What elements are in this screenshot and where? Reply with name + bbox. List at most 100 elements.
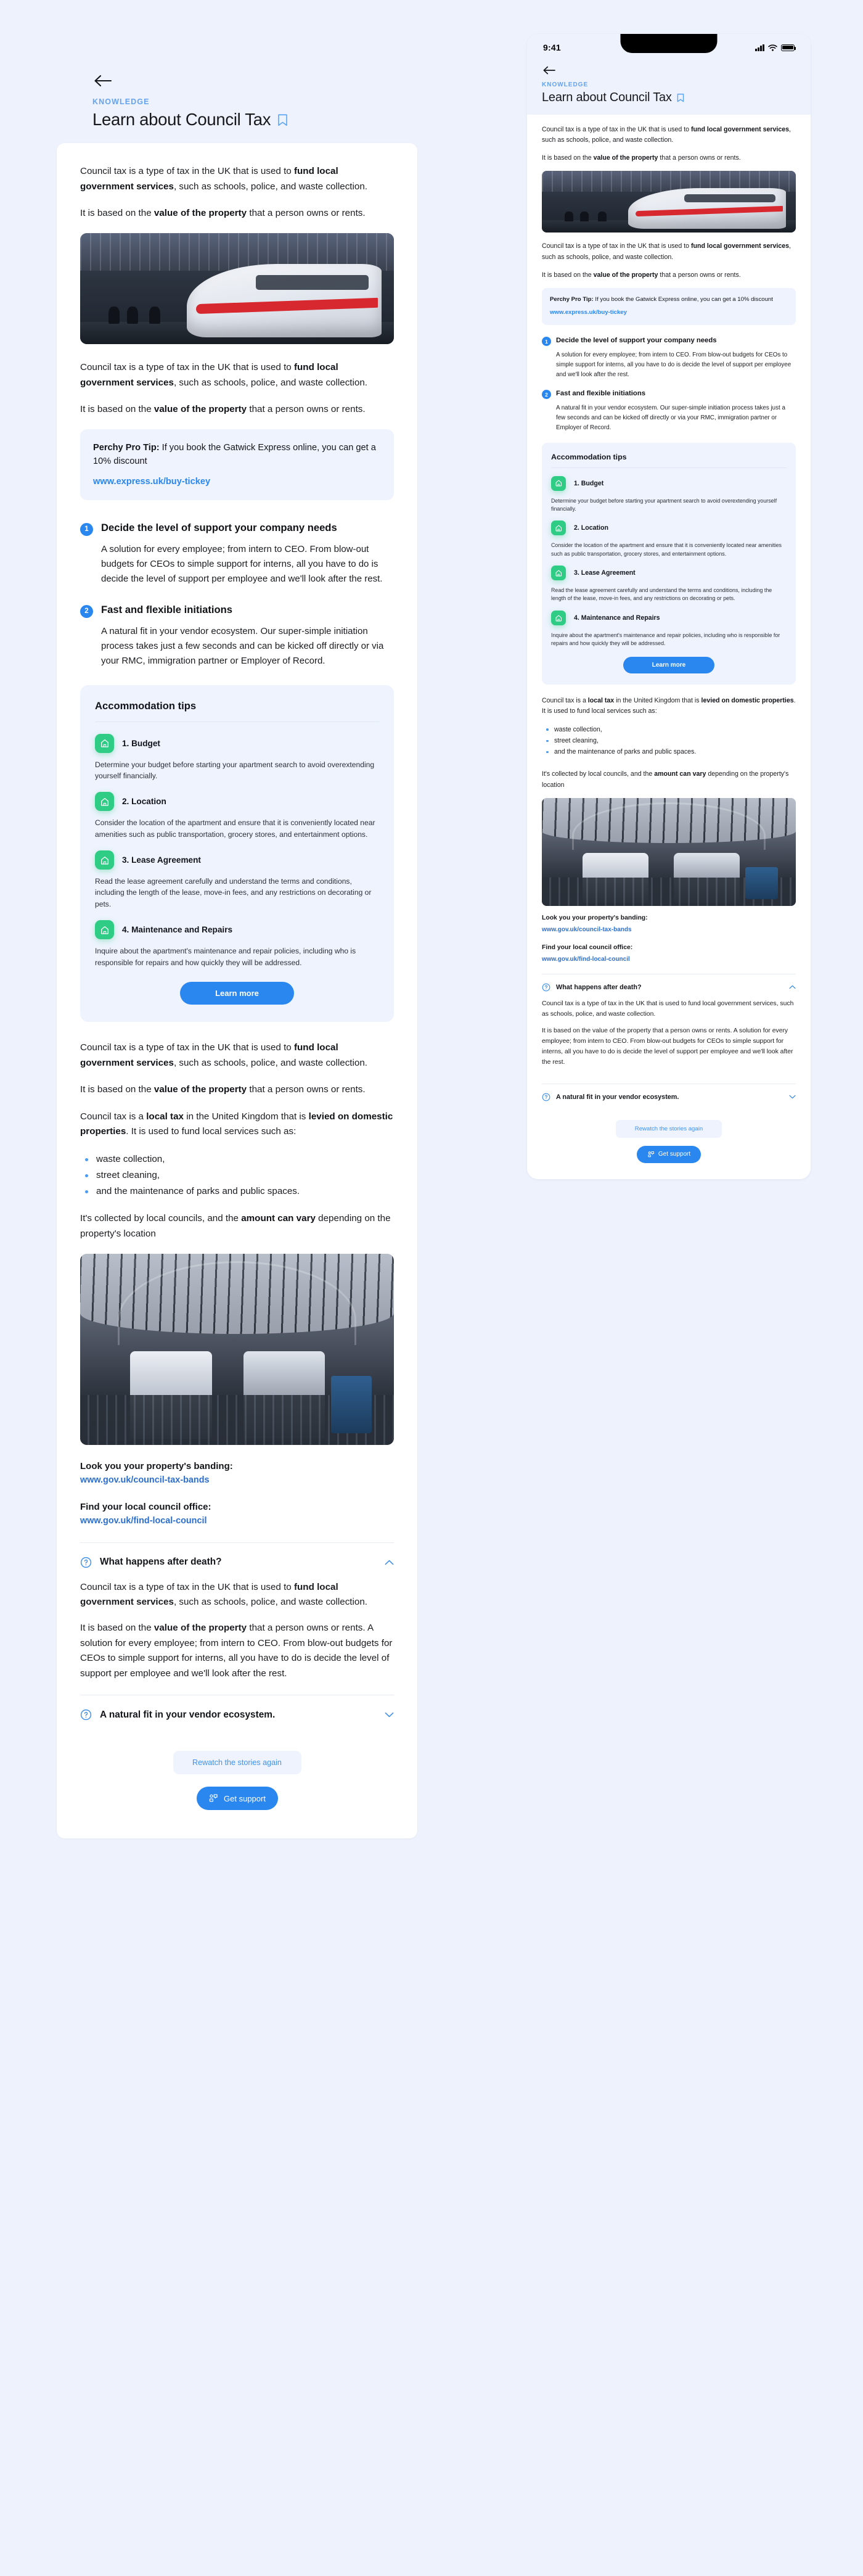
footer-actions: Rewatch the stories again Get support [542, 1109, 796, 1163]
pro-tip-label: Perchy Pro Tip: [93, 442, 160, 453]
divider [551, 467, 787, 468]
get-support-button[interactable]: Get support [637, 1145, 701, 1163]
chevron-up-icon[interactable] [789, 985, 796, 989]
pro-tip-link[interactable]: www.express.uk/buy-tickey [93, 477, 210, 487]
desktop-article-panel: KNOWLEDGE Learn about Council Tax Counci… [57, 73, 417, 1839]
accordion-header[interactable]: What happens after death? [542, 974, 796, 999]
text-fragment: Council tax is a type of tax in the UK t… [80, 166, 294, 176]
intro-paragraph-3: Council tax is a type of tax in the UK t… [542, 241, 796, 262]
question-circle-icon [542, 983, 550, 992]
step-number: 1 [80, 522, 93, 536]
text-fragment: It is based on the [80, 1084, 154, 1095]
tip-item: 4. Maintenance and Repairs Inquire about… [551, 610, 787, 648]
step-item: 1 Decide the level of support your compa… [542, 336, 796, 379]
list-item: street cleaning, [544, 735, 796, 746]
intro-paragraph-5: Council tax is a type of tax in the UK t… [80, 1040, 394, 1071]
find-local-council-link[interactable]: www.gov.uk/find-local-council [80, 1516, 207, 1526]
tip-name: 1. Budget [122, 738, 160, 748]
bookmark-icon[interactable] [677, 93, 684, 102]
text-fragment: Council tax is a type of tax in the UK t… [542, 242, 692, 250]
collection-paragraph: It's collected by local councils, and th… [542, 769, 796, 790]
step-number: 2 [80, 604, 93, 618]
local-tax-paragraph: Council tax is a local tax in the United… [542, 696, 796, 717]
council-office-link-block: Find your local council office: www.gov.… [542, 944, 796, 964]
step-title: Decide the level of support your company… [101, 521, 337, 533]
train-photo [80, 232, 394, 344]
link-label: Find your local council office: [80, 1501, 211, 1512]
tip-text: Determine your budget before starting yo… [551, 497, 777, 512]
question-circle-icon [80, 1557, 92, 1568]
accordion-paragraph-1: Council tax is a type of tax in the UK t… [542, 999, 796, 1020]
pro-tip-link[interactable]: www.express.uk/buy-tickey [550, 309, 627, 316]
get-support-button[interactable]: Get support [196, 1787, 278, 1811]
tip-text: Determine your budget before starting yo… [95, 760, 375, 780]
text-fragment-bold: value of the property [153, 404, 247, 415]
mobile-article-body: Council tax is a type of tax in the UK t… [527, 115, 811, 1179]
mobile-preview: 9:41 KNOWLEDGE Learn about Council Tax C… [527, 34, 811, 1179]
chevron-down-icon[interactable] [385, 1712, 394, 1718]
link-label: Look you your property's banding: [542, 914, 648, 921]
council-office-link-block: Find your local council office: www.gov.… [80, 1502, 394, 1526]
pro-tip-text: Perchy Pro Tip: If you book the Gatwick … [550, 295, 788, 304]
accordion-paragraph-2: It is based on the value of the property… [542, 1026, 796, 1068]
intro-paragraph-3: Council tax is a type of tax in the UK t… [80, 360, 394, 390]
accordion-body: Council tax is a type of tax in the UK t… [542, 999, 796, 1084]
learn-more-button[interactable]: Learn more [623, 656, 714, 673]
rewatch-stories-button[interactable]: Rewatch the stories again [173, 1751, 301, 1775]
text-fragment: It is based on the [542, 154, 594, 162]
intro-paragraph-1: Council tax is a type of tax in the UK t… [542, 125, 796, 146]
home-icon [95, 920, 114, 940]
text-fragment: , such as schools, police, and waste col… [173, 1057, 367, 1068]
text-fragment: Council tax is a type of tax in the UK t… [80, 1042, 294, 1053]
council-tax-bands-link[interactable]: www.gov.uk/council-tax-bands [542, 926, 632, 933]
text-fragment: . It is used to fund local services such… [126, 1126, 297, 1137]
accommodation-tips-card: Accommodation tips 1. Budget Determine y… [542, 442, 796, 685]
text-fragment: It's collected by local councils, and th… [542, 770, 655, 778]
intro-paragraph-2: It is based on the value of the property… [80, 206, 394, 221]
step-title: Decide the level of support your company… [556, 337, 717, 345]
tip-item: 3. Lease Agreement Read the lease agreem… [95, 850, 379, 910]
step-text: A natural fit in your vendor ecosystem. … [101, 625, 384, 667]
pro-tip-callout: Perchy Pro Tip: If you book the Gatwick … [80, 429, 394, 500]
rewatch-stories-button[interactable]: Rewatch the stories again [616, 1119, 722, 1138]
pro-tip-body: If you book the Gatwick Express online, … [593, 295, 773, 303]
get-support-label: Get support [658, 1151, 691, 1158]
article-header: KNOWLEDGE Learn about Council Tax [57, 73, 417, 130]
step-text: A solution for every employee; from inte… [101, 543, 383, 585]
breadcrumb-kicker: KNOWLEDGE [542, 81, 589, 88]
chevron-down-icon[interactable] [789, 1095, 796, 1099]
tip-item: 2. Location Consider the location of the… [95, 792, 379, 840]
home-icon [551, 566, 566, 581]
find-local-council-link[interactable]: www.gov.uk/find-local-council [542, 956, 630, 963]
council-tax-bands-link[interactable]: www.gov.uk/council-tax-bands [80, 1475, 210, 1485]
pro-tip-label: Perchy Pro Tip: [550, 295, 594, 303]
article-card: Council tax is a type of tax in the UK t… [57, 143, 417, 1839]
list-item: waste collection, [544, 724, 796, 735]
chevron-up-icon[interactable] [385, 1560, 394, 1565]
question-circle-icon [542, 1093, 550, 1101]
text-fragment: It's collected by local councils, and th… [80, 1213, 242, 1224]
text-fragment-bold: amount can vary [654, 770, 706, 778]
accordion-header[interactable]: A natural fit in your vendor ecosystem. [542, 1084, 796, 1109]
text-fragment: in the United Kingdom that is [183, 1111, 309, 1122]
accordion-title: What happens after death? [556, 983, 642, 991]
screen: KNOWLEDGE Learn about Council Tax Counci… [0, 0, 863, 2576]
text-fragment-bold: value of the property [153, 1622, 247, 1633]
text-fragment: It is based on the [80, 208, 154, 219]
back-arrow-icon[interactable] [92, 73, 113, 89]
accordion-what-happens-after-death: What happens after death? Council tax is… [542, 973, 796, 1084]
learn-more-button[interactable]: Learn more [180, 981, 294, 1005]
text-fragment: value of the property [592, 1027, 651, 1035]
bookmark-icon[interactable] [277, 113, 288, 126]
intro-paragraph-2: It is based on the value of the property… [542, 153, 796, 163]
back-arrow-icon[interactable] [542, 65, 557, 76]
accordion-header[interactable]: A natural fit in your vendor ecosystem. [80, 1695, 394, 1732]
home-icon [551, 610, 566, 625]
accordion-header[interactable]: What happens after death? [80, 1543, 394, 1580]
accordion-paragraph-1: Council tax is a type of tax in the UK t… [80, 1580, 394, 1610]
step-text: A natural fit in your vendor ecosystem. … [556, 405, 785, 431]
text-fragment: that a person owns or rents. [247, 404, 366, 415]
tip-item: 1. Budget Determine your budget before s… [551, 475, 787, 514]
mobile-header: KNOWLEDGE Learn about Council Tax [527, 61, 811, 115]
text-fragment: in the United Kingdom that is [614, 696, 701, 704]
